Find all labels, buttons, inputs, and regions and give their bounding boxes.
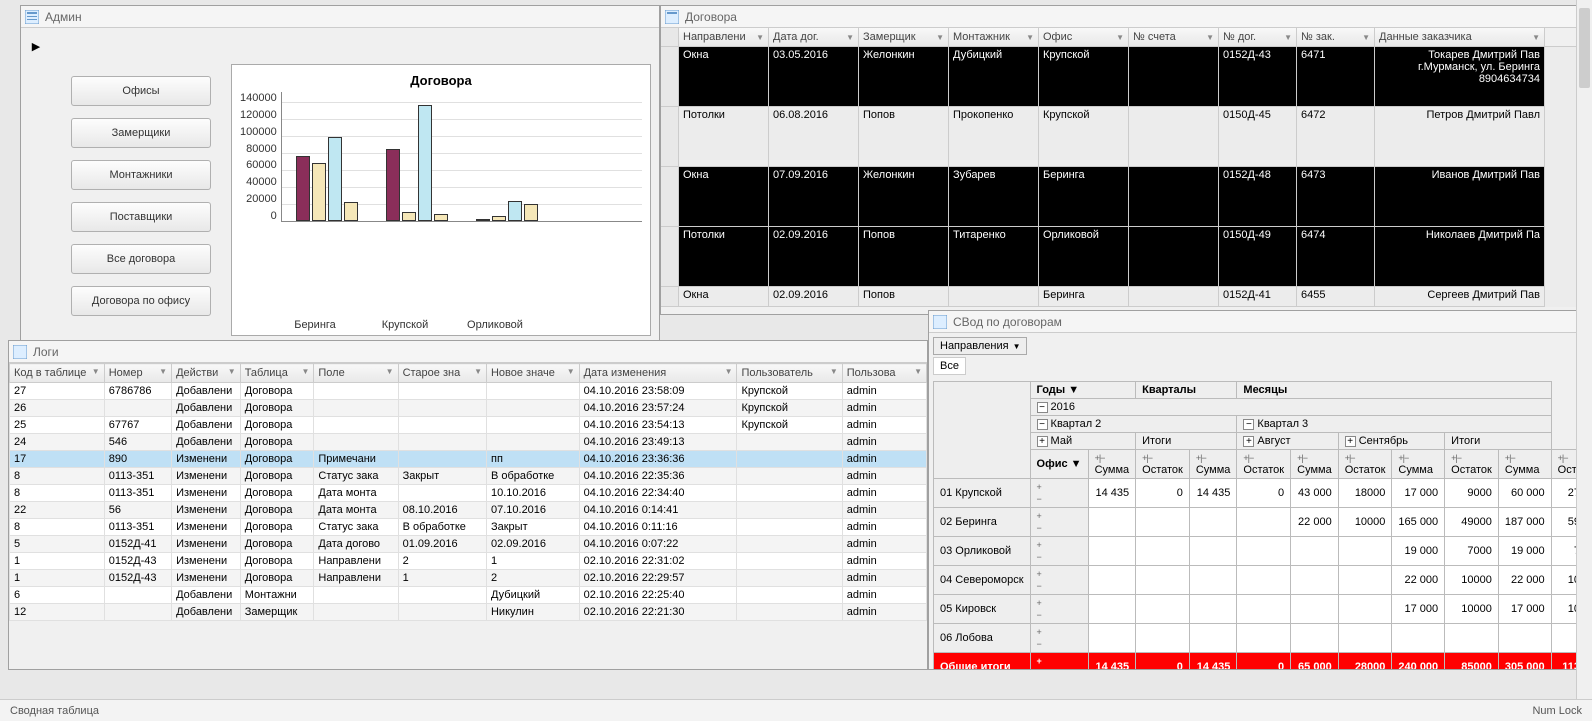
dropdown-icon: ▼ bbox=[1013, 342, 1021, 351]
nav-btn-contracts-by-office[interactable]: Договора по офису bbox=[71, 286, 211, 316]
form-icon bbox=[933, 315, 947, 329]
form-icon bbox=[665, 10, 679, 24]
chart-y-axis: 140000120000100000800006000040000200000 bbox=[240, 92, 281, 222]
logs-table[interactable]: Код в таблице▼Номер▼Действи▼Таблица▼Поле… bbox=[9, 363, 927, 621]
admin-window: Админ ▶ Офисы Замерщики Монтажники Поста… bbox=[20, 5, 660, 345]
chart-plot bbox=[281, 92, 642, 222]
pivot-row[interactable]: 01 Крупской+−14 435014 435043 0001800017… bbox=[934, 479, 1578, 508]
pivot-filter-value: Все bbox=[933, 357, 966, 375]
contracts-header-row: Направлени▼Дата дог.▼Замерщик▼Монтажник▼… bbox=[661, 28, 1579, 47]
logs-col-header[interactable]: Номер▼ bbox=[104, 364, 171, 383]
contracts-col-header[interactable]: № дог.▼ bbox=[1219, 28, 1297, 46]
logs-col-header[interactable]: Пользователь▼ bbox=[737, 364, 842, 383]
logs-row[interactable]: 6ДобавлениМонтажниДубицкий02.10.2016 22:… bbox=[10, 587, 927, 604]
pivot-table[interactable]: Годы ▼КварталыМесяцы−2016−Квартал 2−Квар… bbox=[933, 381, 1577, 669]
logs-row[interactable]: 80113-351ИзменениДоговораСтатус закаВ об… bbox=[10, 519, 927, 536]
status-right: Num Lock bbox=[1532, 705, 1582, 717]
pivot-row[interactable]: 03 Орликовой+−19 000700019 0007000 bbox=[934, 537, 1578, 566]
contracts-body: Окна03.05.2016ЖелонкинДубицкийКрупской01… bbox=[661, 47, 1579, 307]
record-selector-icon[interactable]: ▶ bbox=[29, 36, 43, 56]
contracts-col-header[interactable]: Монтажник▼ bbox=[949, 28, 1039, 46]
logs-row[interactable]: 12ДобавлениЗамерщикНикулин02.10.2016 22:… bbox=[10, 604, 927, 621]
logs-title-bar[interactable]: Логи bbox=[9, 341, 927, 363]
contracts-title-bar[interactable]: Договора bbox=[661, 6, 1579, 28]
logs-row[interactable]: 276786786ДобавлениДоговора04.10.2016 23:… bbox=[10, 383, 927, 400]
logs-col-header[interactable]: Старое зна▼ bbox=[398, 364, 486, 383]
nav-btn-installers[interactable]: Монтажники bbox=[71, 160, 211, 190]
admin-title: Админ bbox=[45, 10, 82, 24]
logs-row[interactable]: 80113-351ИзменениДоговораДата монта10.10… bbox=[10, 485, 927, 502]
pivot-window: СВод по договорам Направления ▼ Все Годы… bbox=[928, 310, 1578, 670]
pivot-row[interactable]: 02 Беринга+−22 00010000165 00049000187 0… bbox=[934, 508, 1578, 537]
logs-row[interactable]: 2256ИзменениДоговораДата монта08.10.2016… bbox=[10, 502, 927, 519]
logs-row[interactable]: 26ДобавлениДоговора04.10.2016 23:57:24Кр… bbox=[10, 400, 927, 417]
contracts-col-header[interactable]: Направлени▼ bbox=[679, 28, 769, 46]
contracts-col-header[interactable]: Дата дог.▼ bbox=[769, 28, 859, 46]
logs-row[interactable]: 17890ИзменениДоговораПримечанипп04.10.20… bbox=[10, 451, 927, 468]
contracts-row[interactable]: Окна03.05.2016ЖелонкинДубицкийКрупской01… bbox=[661, 47, 1579, 107]
contracts-col-header[interactable]: № зак.▼ bbox=[1297, 28, 1375, 46]
nav-btn-measurers[interactable]: Замерщики bbox=[71, 118, 211, 148]
form-icon bbox=[13, 345, 27, 359]
logs-row[interactable]: 10152Д-43ИзменениДоговораНаправлени1202.… bbox=[10, 570, 927, 587]
pivot-row[interactable]: 04 Североморск+−22 0001000022 00010000 bbox=[934, 566, 1578, 595]
contracts-row[interactable]: Окна02.09.2016ПоповБеринга0152Д-416455Се… bbox=[661, 287, 1579, 307]
contracts-chart: Договора 1400001200001000008000060000400… bbox=[231, 64, 651, 336]
status-bar: Сводная таблица Num Lock bbox=[0, 699, 1592, 721]
contracts-col-header[interactable]: № счета▼ bbox=[1129, 28, 1219, 46]
logs-col-header[interactable]: Новое значе▼ bbox=[486, 364, 579, 383]
logs-col-header[interactable]: Таблица▼ bbox=[240, 364, 314, 383]
logs-title: Логи bbox=[33, 345, 59, 359]
contracts-col-header[interactable]: Данные заказчика▼ bbox=[1375, 28, 1545, 46]
logs-row[interactable]: 50152Д-41ИзменениДоговораДата догово01.0… bbox=[10, 536, 927, 553]
logs-window: Логи Код в таблице▼Номер▼Действи▼Таблица… bbox=[8, 340, 928, 670]
admin-nav: Офисы Замерщики Монтажники Поставщики Вс… bbox=[71, 76, 211, 336]
form-icon bbox=[25, 10, 39, 24]
contracts-col-header[interactable]: Офис▼ bbox=[1039, 28, 1129, 46]
logs-col-header[interactable]: Поле▼ bbox=[314, 364, 398, 383]
pivot-row[interactable]: 06 Лобова+− bbox=[934, 624, 1578, 653]
logs-col-header[interactable]: Код в таблице▼ bbox=[10, 364, 105, 383]
logs-col-header[interactable]: Действи▼ bbox=[172, 364, 241, 383]
pivot-filter-label: Направления bbox=[940, 340, 1009, 352]
pivot-row[interactable]: 05 Кировск+−17 0001000017 00010000 bbox=[934, 595, 1578, 624]
contracts-window: Договора Направлени▼Дата дог.▼Замерщик▼М… bbox=[660, 5, 1580, 315]
logs-row[interactable]: 24546ДобавлениДоговора04.10.2016 23:49:1… bbox=[10, 434, 927, 451]
pivot-title-bar[interactable]: СВод по договорам bbox=[929, 311, 1577, 333]
main-vscroll[interactable] bbox=[1576, 0, 1592, 699]
logs-row[interactable]: 10152Д-43ИзменениДоговораНаправлени2102.… bbox=[10, 553, 927, 570]
logs-col-header[interactable]: Дата изменения▼ bbox=[579, 364, 737, 383]
chart-x-axis: БерингаКрупскойОрликовой bbox=[240, 319, 642, 331]
contracts-title: Договора bbox=[685, 10, 737, 24]
admin-title-bar[interactable]: Админ bbox=[21, 6, 659, 28]
logs-row[interactable]: 2567767ДобавлениДоговора04.10.2016 23:54… bbox=[10, 417, 927, 434]
pivot-title: СВод по договорам bbox=[953, 315, 1062, 329]
nav-btn-suppliers[interactable]: Поставщики bbox=[71, 202, 211, 232]
contracts-col-header[interactable]: Замерщик▼ bbox=[859, 28, 949, 46]
status-left: Сводная таблица bbox=[10, 705, 99, 717]
contracts-row[interactable]: Потолки06.08.2016ПоповПрокопенкоКрупской… bbox=[661, 107, 1579, 167]
logs-col-header[interactable]: Пользова▼ bbox=[842, 364, 926, 383]
contracts-row[interactable]: Окна07.09.2016ЖелонкинЗубаревБеринга0152… bbox=[661, 167, 1579, 227]
logs-row[interactable]: 80113-351ИзменениДоговораСтатус закаЗакр… bbox=[10, 468, 927, 485]
nav-btn-offices[interactable]: Офисы bbox=[71, 76, 211, 106]
scrollbar-thumb[interactable] bbox=[1579, 8, 1590, 88]
chart-title: Договора bbox=[240, 73, 642, 88]
nav-btn-all-contracts[interactable]: Все договора bbox=[71, 244, 211, 274]
contracts-row[interactable]: Потолки02.09.2016ПоповТитаренкоОрликовой… bbox=[661, 227, 1579, 287]
pivot-totals-row: Общие итоги+−14 435014 435065 0002800024… bbox=[934, 653, 1578, 670]
pivot-filter[interactable]: Направления ▼ bbox=[933, 337, 1027, 355]
